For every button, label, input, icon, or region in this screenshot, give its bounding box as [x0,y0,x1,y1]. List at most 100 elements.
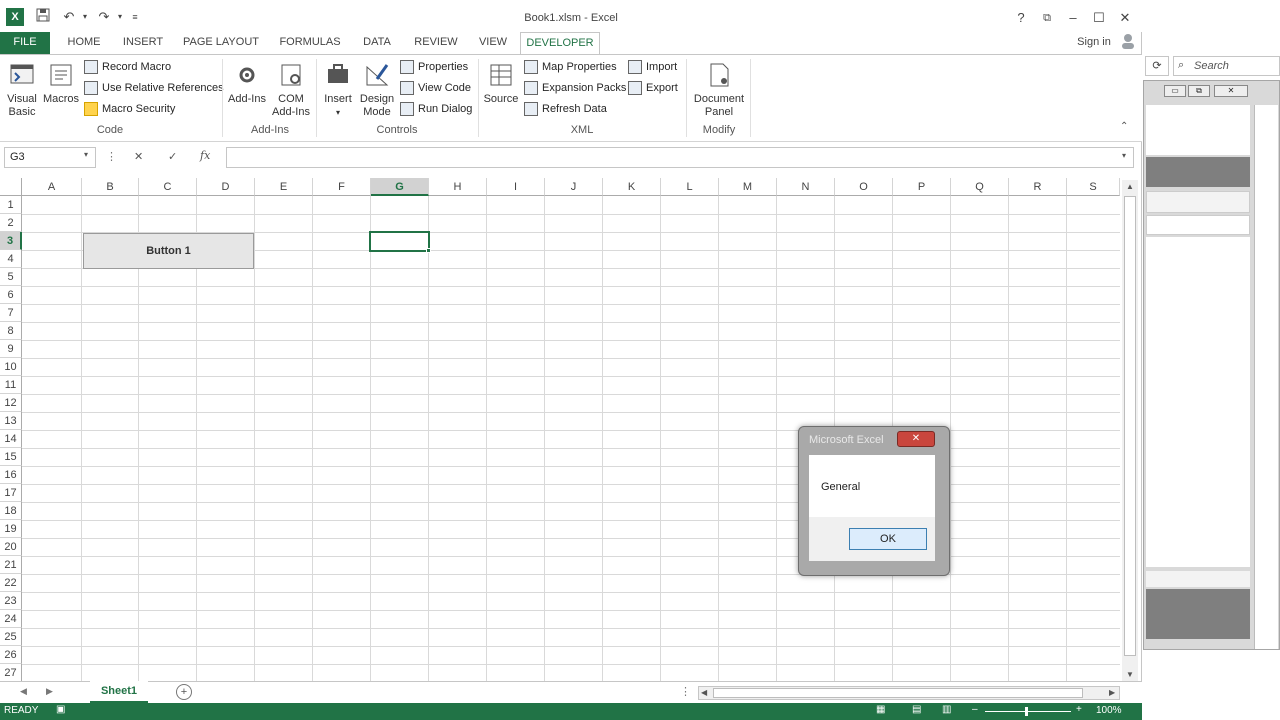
scroll-sheets-left-icon[interactable]: ◀ [20,686,27,697]
row-header[interactable]: 26 [0,646,22,664]
page-break-view-icon[interactable]: ▥ [942,704,951,715]
add-ins-button[interactable]: Add-Ins [226,61,268,106]
column-header[interactable]: B [82,178,139,196]
column-header[interactable]: K [603,178,661,196]
collapse-ribbon-icon[interactable]: ⌃ [1120,121,1128,132]
sign-in-link[interactable]: Sign in [1070,32,1118,54]
com-add-ins-button[interactable]: COM Add-Ins [270,61,312,119]
name-box-dropdown-icon[interactable]: ▾ [84,150,88,159]
tab-developer[interactable]: DEVELOPER [520,32,600,55]
horizontal-scrollbar[interactable]: ◀ ▶ [698,686,1120,700]
active-cell[interactable] [369,231,430,252]
row-header[interactable]: 19 [0,520,22,538]
tab-data[interactable]: DATA [356,32,398,54]
column-header[interactable]: Q [951,178,1009,196]
name-box[interactable]: G3 [4,147,96,168]
row-header[interactable]: 23 [0,592,22,610]
document-panel-button[interactable]: Document Panel [690,61,748,119]
tab-split-grip-icon[interactable]: ⋮ [680,685,691,698]
zoom-slider-thumb[interactable] [1025,707,1028,716]
view-code-button[interactable]: View Code [400,79,471,97]
zoom-slider[interactable] [985,711,1071,712]
vertical-scroll-thumb[interactable] [1124,196,1136,656]
scroll-left-icon[interactable]: ◀ [701,687,707,699]
normal-view-icon[interactable]: ▦ [876,704,885,715]
scroll-up-icon[interactable]: ▲ [1122,180,1138,194]
row-header[interactable]: 6 [0,286,22,304]
close-icon[interactable]: ✕ [1214,85,1248,97]
row-header[interactable]: 11 [0,376,22,394]
scroll-sheets-right-icon[interactable]: ▶ [46,686,53,697]
expansion-packs-button[interactable]: Expansion Packs [524,79,626,97]
select-all-corner[interactable] [0,178,22,196]
properties-button[interactable]: Properties [400,58,468,76]
row-header[interactable]: 2 [0,214,22,232]
scroll-down-icon[interactable]: ▼ [1122,668,1138,682]
refresh-data-button[interactable]: Refresh Data [524,100,607,118]
sheet-tab-sheet1[interactable]: Sheet1 [90,681,148,703]
column-header[interactable]: R [1009,178,1067,196]
column-header[interactable]: C [139,178,197,196]
worksheet-grid[interactable]: A B C D E F G H I J K L M N O P Q R S 1 … [0,178,1120,681]
column-header[interactable]: S [1067,178,1120,196]
run-dialog-button[interactable]: Run Dialog [400,100,472,118]
row-header[interactable]: 8 [0,322,22,340]
column-header[interactable]: E [255,178,313,196]
minimize-icon[interactable]: ▭ [1164,85,1186,97]
tab-page-layout[interactable]: PAGE LAYOUT [180,32,262,54]
export-button[interactable]: Export [628,79,678,97]
insert-function-icon[interactable]: fx [200,149,210,162]
refresh-icon[interactable]: ⟳ [1145,56,1169,76]
tab-home[interactable]: HOME [60,32,108,54]
new-sheet-icon[interactable]: + [176,684,192,700]
horizontal-scroll-thumb[interactable] [713,688,1083,698]
ok-button[interactable]: OK [849,528,927,550]
use-relative-references-button[interactable]: Use Relative References [84,79,224,97]
ribbon-display-icon[interactable]: ⧉ [1036,8,1058,28]
vbe-search-box[interactable]: ⌕ Search [1173,56,1280,76]
close-icon[interactable]: ✕ [1114,8,1136,28]
row-header[interactable]: 18 [0,502,22,520]
vertical-scrollbar[interactable]: ▲ ▼ [1122,180,1138,682]
zoom-level[interactable]: 100% [1096,705,1122,716]
row-header[interactable]: 10 [0,358,22,376]
row-header[interactable]: 21 [0,556,22,574]
row-header[interactable]: 1 [0,196,22,214]
row-header[interactable]: 12 [0,394,22,412]
minimize-icon[interactable]: – [1062,8,1084,28]
tab-review[interactable]: REVIEW [410,32,462,54]
column-header[interactable]: J [545,178,603,196]
row-header[interactable]: 13 [0,412,22,430]
column-header[interactable]: N [777,178,835,196]
cancel-icon[interactable]: ✕ [134,150,143,163]
column-header-selected[interactable]: G [371,178,429,196]
record-macro-button[interactable]: Record Macro [84,58,171,76]
zoom-out-icon[interactable]: – [972,704,978,715]
insert-control-button[interactable]: Insert ▾ [320,61,356,119]
enter-icon[interactable]: ✓ [168,150,177,163]
row-header[interactable]: 7 [0,304,22,322]
row-header-selected[interactable]: 3 [0,232,22,250]
column-header[interactable]: P [893,178,951,196]
fill-handle[interactable] [426,248,431,253]
source-button[interactable]: Source [482,61,520,106]
help-icon[interactable]: ? [1010,8,1032,28]
row-header[interactable]: 25 [0,628,22,646]
map-properties-button[interactable]: Map Properties [524,58,617,76]
form-button-1[interactable]: Button 1 [83,233,254,269]
column-header[interactable]: D [197,178,255,196]
zoom-in-icon[interactable]: + [1076,704,1082,715]
row-header[interactable]: 24 [0,610,22,628]
column-header[interactable]: O [835,178,893,196]
design-mode-button[interactable]: Design Mode [358,61,396,119]
restore-icon[interactable]: ⧉ [1188,85,1210,97]
column-header[interactable]: M [719,178,777,196]
visual-basic-button[interactable]: Visual Basic [4,61,40,119]
tab-insert[interactable]: INSERT [118,32,168,54]
row-header[interactable]: 22 [0,574,22,592]
maximize-icon[interactable]: ☐ [1088,8,1110,28]
macro-recording-icon[interactable]: ▣ [56,704,65,715]
row-header[interactable]: 15 [0,448,22,466]
row-header[interactable]: 17 [0,484,22,502]
formula-input[interactable] [226,147,1134,168]
